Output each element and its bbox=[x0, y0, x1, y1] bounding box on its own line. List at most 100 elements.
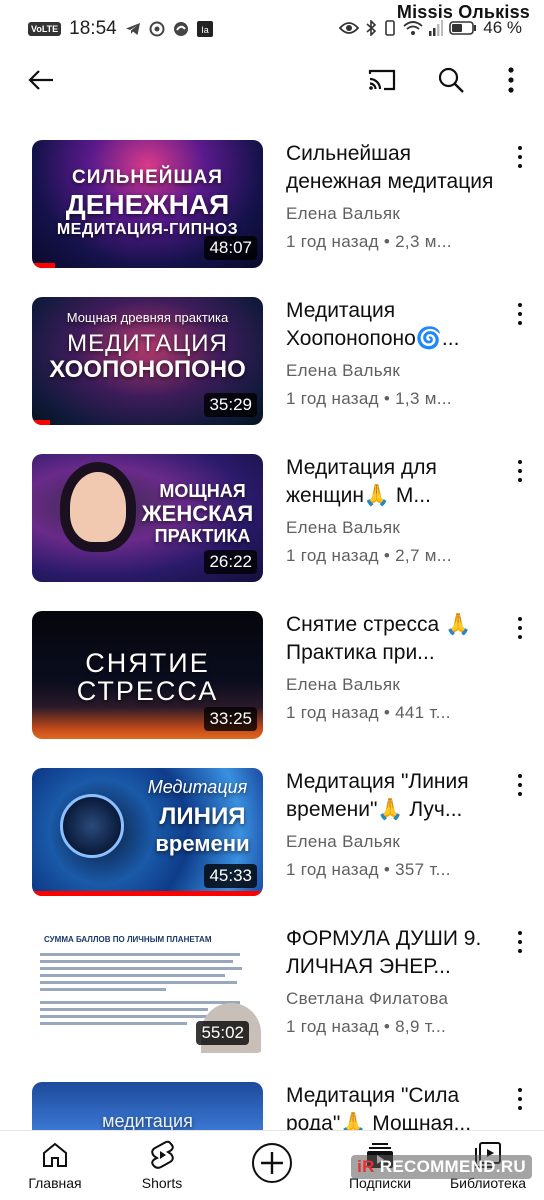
back-button[interactable] bbox=[19, 58, 63, 102]
video-title[interactable]: Медитация "Линия времени"🙏 Луч... bbox=[286, 768, 504, 824]
video-menu-button[interactable] bbox=[510, 1084, 530, 1114]
upload-age: 1 год назад bbox=[286, 232, 379, 251]
video-meta: Медитация для женщин🙏 М... Елена Вальяк … bbox=[286, 454, 504, 566]
nav-shorts[interactable]: Shorts bbox=[112, 1139, 212, 1191]
video-stats: 1 год назад • 441 т... bbox=[286, 703, 451, 722]
status-time: 18:54 bbox=[69, 18, 117, 39]
bluetooth-icon bbox=[366, 20, 377, 36]
battery-icon bbox=[449, 21, 477, 35]
video-menu-button[interactable] bbox=[510, 142, 530, 172]
video-duration: 45:33 bbox=[204, 864, 257, 888]
video-item[interactable]: СНЯТИЕ СТРЕССА 33:25 Снятие стресса 🙏 Пр… bbox=[0, 599, 544, 756]
video-title[interactable]: Сильнейшая денежная медитация bbox=[286, 140, 504, 196]
video-list: СИЛЬНЕЙШАЯ ДЕНЕЖНАЯ МЕДИТАЦИЯ-ГИПНОЗ 48:… bbox=[0, 128, 544, 1200]
watch-progress bbox=[32, 263, 55, 268]
telegram-icon bbox=[125, 23, 140, 35]
video-thumbnail[interactable]: СУММА БАЛЛОВ ПО ЛИЧНЫМ ПЛАНЕТАМ 55:02 bbox=[32, 925, 263, 1053]
thumbnail-text: МОЩНАЯ bbox=[159, 481, 246, 501]
video-title[interactable]: ФОРМУЛА ДУШИ 9. ЛИЧНАЯ ЭНЕР... bbox=[286, 925, 504, 981]
video-item[interactable]: Мощная древняя практика МЕДИТАЦИЯ ХООПОН… bbox=[0, 285, 544, 442]
video-item[interactable]: МОЩНАЯ ЖЕНСКАЯ ПРАКТИКА 26:22 Медитация … bbox=[0, 442, 544, 599]
view-count: 1,3 м... bbox=[395, 389, 452, 408]
video-menu-button[interactable] bbox=[510, 613, 530, 643]
upload-age: 1 год назад bbox=[286, 703, 379, 722]
arrow-left-icon bbox=[28, 70, 53, 90]
channel-name: Елена Вальяк bbox=[286, 675, 401, 694]
video-thumbnail[interactable]: СИЛЬНЕЙШАЯ ДЕНЕЖНАЯ МЕДИТАЦИЯ-ГИПНОЗ 48:… bbox=[32, 140, 263, 268]
status-bar: VoLTE 18:54 Ia 46 % Missis Олькiss bbox=[0, 0, 544, 58]
video-meta: ФОРМУЛА ДУШИ 9. ЛИЧНАЯ ЭНЕР... Светлана … bbox=[286, 925, 504, 1037]
status-left: VoLTE 18:54 Ia bbox=[28, 18, 213, 40]
sync-icon bbox=[149, 21, 165, 37]
video-menu-button[interactable] bbox=[510, 927, 530, 957]
video-thumbnail[interactable]: Медитация ЛИНИЯ времени 45:33 bbox=[32, 768, 263, 896]
upload-age: 1 год назад bbox=[286, 860, 379, 879]
video-menu-button[interactable] bbox=[510, 770, 530, 800]
clock-graphic bbox=[60, 794, 124, 858]
video-thumbnail[interactable]: Мощная древняя практика МЕДИТАЦИЯ ХООПОН… bbox=[32, 297, 263, 425]
thumbnail-heading: СУММА БАЛЛОВ ПО ЛИЧНЫМ ПЛАНЕТАМ bbox=[44, 935, 212, 944]
nav-label: Shorts bbox=[141, 1175, 183, 1191]
thumbnail-text: СИЛЬНЕЙШАЯ bbox=[72, 167, 223, 188]
nav-label: Главная bbox=[28, 1175, 82, 1191]
thumbnail-text: ЛИНИЯ bbox=[159, 803, 246, 830]
watch-progress bbox=[32, 891, 263, 896]
nav-home[interactable]: Главная bbox=[5, 1139, 105, 1191]
video-stats: 1 год назад • 8,9 т... bbox=[286, 1017, 446, 1036]
watermark-text: RECOMMEND.RU bbox=[379, 1157, 526, 1176]
channel-name: Светлана Филатова bbox=[286, 989, 449, 1008]
thumbnail-text: МЕДИТАЦИЯ bbox=[67, 330, 228, 357]
more-button[interactable] bbox=[489, 58, 533, 102]
home-icon bbox=[43, 1142, 67, 1167]
search-button[interactable] bbox=[429, 58, 473, 102]
thumbnail-text: медитация bbox=[102, 1111, 193, 1131]
video-stats: 1 год назад • 1,3 м... bbox=[286, 389, 452, 408]
watermark-logo: iR bbox=[357, 1157, 375, 1176]
video-menu-button[interactable] bbox=[510, 299, 530, 329]
video-title[interactable]: Медитация для женщин🙏 М... bbox=[286, 454, 504, 510]
volte-badge: VoLTE bbox=[28, 22, 62, 36]
view-count: 8,9 т... bbox=[395, 1017, 446, 1036]
video-duration: 26:22 bbox=[204, 550, 257, 574]
channel-name: Елена Вальяк bbox=[286, 832, 401, 851]
add-circle-icon bbox=[252, 1143, 292, 1183]
channel-name: Елена Вальяк bbox=[286, 518, 401, 537]
video-title[interactable]: Снятие стресса 🙏 Практика при... bbox=[286, 611, 504, 667]
video-thumbnail[interactable]: СНЯТИЕ СТРЕССА 33:25 bbox=[32, 611, 263, 739]
thumbnail-text: Мощная древняя практика bbox=[66, 310, 229, 325]
video-menu-button[interactable] bbox=[510, 456, 530, 486]
video-item[interactable]: СИЛЬНЕЙШАЯ ДЕНЕЖНАЯ МЕДИТАЦИЯ-ГИПНОЗ 48:… bbox=[0, 128, 544, 285]
watch-progress bbox=[32, 420, 50, 425]
app-icon bbox=[173, 22, 188, 36]
create-button[interactable] bbox=[222, 1139, 322, 1187]
video-thumbnail[interactable]: МОЩНАЯ ЖЕНСКАЯ ПРАКТИКА 26:22 bbox=[32, 454, 263, 582]
channel-name: Елена Вальяк bbox=[286, 361, 401, 380]
eye-icon bbox=[339, 22, 360, 34]
video-item[interactable]: СУММА БАЛЛОВ ПО ЛИЧНЫМ ПЛАНЕТАМ 55:02 ФО… bbox=[0, 913, 544, 1070]
svg-text:Ia: Ia bbox=[201, 25, 209, 35]
video-stats: 1 год назад • 2,3 м... bbox=[286, 232, 452, 251]
view-count: 2,3 м... bbox=[395, 232, 452, 251]
more-vertical-icon bbox=[508, 67, 514, 93]
thumbnail-text: ДЕНЕЖНАЯ bbox=[65, 189, 230, 220]
thumbnail-text: времени bbox=[155, 831, 250, 856]
thumbnail-text: ПРАКТИКА bbox=[154, 526, 251, 546]
video-title[interactable]: Медитация Хоопонопоно🌀... bbox=[286, 297, 504, 353]
thumbnail-text: ЖЕНСКАЯ bbox=[141, 501, 254, 526]
video-meta: Сильнейшая денежная медитация Елена Валь… bbox=[286, 140, 504, 252]
cast-button[interactable] bbox=[360, 58, 404, 102]
thumbnail-text: ХООПОНОПОНО bbox=[49, 356, 246, 383]
video-duration: 55:02 bbox=[196, 1021, 249, 1045]
view-count: 2,7 м... bbox=[395, 546, 452, 565]
video-item[interactable]: Медитация ЛИНИЯ времени 45:33 Медитация … bbox=[0, 756, 544, 913]
person-figure bbox=[70, 472, 126, 542]
ia-icon: Ia bbox=[196, 21, 213, 37]
video-meta: Медитация Хоопонопоно🌀... Елена Вальяк 1… bbox=[286, 297, 504, 409]
cast-icon bbox=[368, 69, 396, 91]
thumbnail-text: СТРЕССА bbox=[76, 676, 219, 706]
shorts-icon bbox=[151, 1140, 174, 1169]
video-duration: 35:29 bbox=[204, 393, 257, 417]
video-stats: 1 год назад • 357 т... bbox=[286, 860, 451, 879]
view-count: 441 т... bbox=[395, 703, 451, 722]
search-icon bbox=[438, 67, 464, 93]
